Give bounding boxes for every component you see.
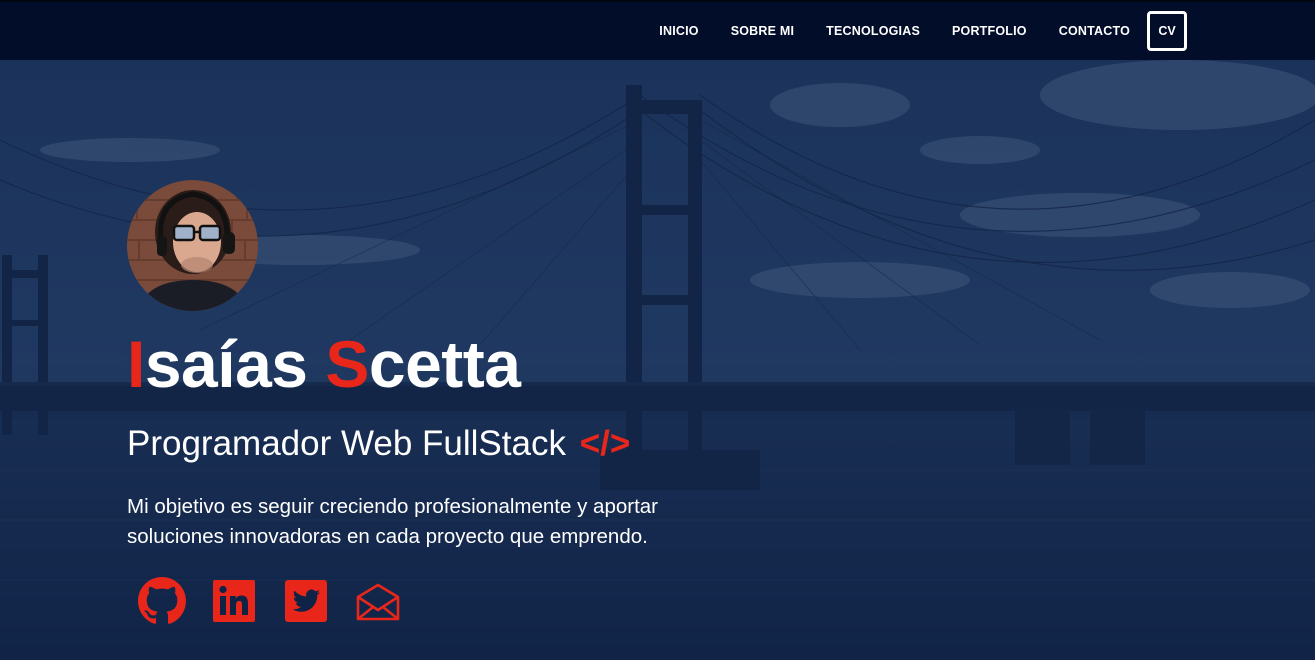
linkedin-icon xyxy=(213,580,255,622)
page: INICIO SOBRE MI TECNOLOGIAS PORTFOLIO CO… xyxy=(0,0,1315,660)
profile-photo xyxy=(127,180,258,311)
hero-description: Mi objetivo es seguir creciendo profesio… xyxy=(127,495,658,548)
github-icon xyxy=(138,577,186,624)
name-last-initial: S xyxy=(325,327,369,401)
nav-menu: INICIO SOBRE MI TECNOLOGIAS PORTFOLIO CO… xyxy=(659,11,1187,51)
twitter-link[interactable] xyxy=(282,577,330,625)
name-last-rest: cetta xyxy=(368,327,521,401)
name-first-rest: saías xyxy=(144,327,326,401)
github-link[interactable] xyxy=(138,577,186,625)
social-links xyxy=(138,577,426,625)
navbar: INICIO SOBRE MI TECNOLOGIAS PORTFOLIO CO… xyxy=(0,0,1315,60)
hero-name: Isaías Scetta xyxy=(127,324,521,404)
cv-button[interactable]: CV xyxy=(1147,11,1187,51)
linkedin-link[interactable] xyxy=(210,577,258,625)
code-icon: </> xyxy=(579,424,631,463)
email-link[interactable] xyxy=(354,577,402,625)
nav-link-portfolio[interactable]: PORTFOLIO xyxy=(952,24,1027,38)
nav-link-tecnologias[interactable]: TECNOLOGIAS xyxy=(826,24,920,38)
nav-link-contacto[interactable]: CONTACTO xyxy=(1059,24,1130,38)
nav-link-inicio[interactable]: INICIO xyxy=(659,24,698,38)
envelope-icon xyxy=(356,583,400,621)
subtitle-text: Programador Web FullStack xyxy=(127,424,566,463)
nav-link-sobre-mi[interactable]: SOBRE MI xyxy=(731,24,794,38)
hero-subtitle: Programador Web FullStack </> xyxy=(127,422,630,466)
avatar xyxy=(127,180,258,311)
twitter-icon xyxy=(285,580,327,622)
name-first-initial: I xyxy=(127,327,145,401)
